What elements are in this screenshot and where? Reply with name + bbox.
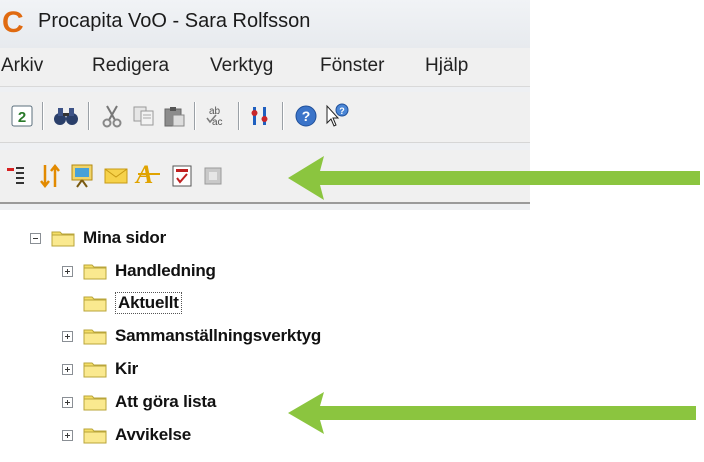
- tree-label: Handledning: [115, 261, 216, 280]
- copy-icon[interactable]: [130, 102, 158, 130]
- font-icon[interactable]: A: [134, 160, 162, 188]
- sort-icon[interactable]: [36, 162, 64, 190]
- green-arrow-tree: [288, 392, 696, 434]
- folder-icon: [83, 262, 107, 280]
- checklist-icon[interactable]: [168, 162, 196, 190]
- help-icon[interactable]: ?: [292, 102, 320, 130]
- refresh-icon[interactable]: 2: [8, 102, 36, 130]
- tree-item[interactable]: Aktuellt: [83, 290, 182, 316]
- app-logo: C: [2, 6, 24, 39]
- filter-icon[interactable]: [246, 102, 274, 130]
- expand-icon[interactable]: [62, 363, 73, 375]
- expand-icon[interactable]: [62, 429, 73, 441]
- presentation-icon[interactable]: [68, 162, 96, 190]
- collapse-icon[interactable]: [30, 232, 41, 244]
- menu-hjalp[interactable]: Hjälp: [425, 55, 468, 77]
- tree-item[interactable]: Avvikelse: [62, 422, 191, 448]
- binoculars-icon[interactable]: [52, 102, 80, 130]
- mail-icon[interactable]: [102, 162, 130, 190]
- list-icon[interactable]: [2, 162, 30, 190]
- svg-text:2: 2: [18, 109, 26, 126]
- title-bar: C Procapita VoO - Sara Rolfsson: [0, 0, 530, 48]
- context-help-icon[interactable]: ?: [322, 102, 350, 130]
- svg-text:?: ?: [302, 108, 311, 124]
- tree-label: Aktuellt: [115, 292, 182, 314]
- tree-label: Kir: [115, 359, 139, 378]
- toolbar-separator: [282, 102, 284, 130]
- folder-icon: [83, 360, 107, 378]
- expand-icon[interactable]: [62, 265, 73, 277]
- cut-icon[interactable]: [98, 102, 126, 130]
- tree-item[interactable]: Kir: [62, 356, 138, 382]
- expand-icon[interactable]: [62, 330, 73, 342]
- paste-icon[interactable]: [160, 102, 188, 130]
- tree-item[interactable]: Att göra lista: [62, 389, 216, 415]
- folder-icon: [83, 327, 107, 345]
- folder-icon: [83, 393, 107, 411]
- toolbar-separator: [238, 102, 240, 130]
- menu-bar: Arkiv Redigera Verktyg Fönster Hjälp: [0, 48, 530, 87]
- disabled-icon: [200, 162, 228, 190]
- tree-label: Att göra lista: [115, 392, 217, 411]
- tree-item[interactable]: Handledning: [62, 258, 216, 284]
- window-title: Procapita VoO - Sara Rolfsson: [38, 10, 311, 32]
- toolbar-separator: [42, 102, 44, 130]
- tree-item[interactable]: Sammanställningsverktyg: [62, 323, 321, 349]
- green-arrow-toolbar: [288, 156, 700, 200]
- menu-fonster[interactable]: Fönster: [320, 55, 384, 77]
- tree-label: Sammanställningsverktyg: [115, 326, 322, 345]
- menu-verktyg[interactable]: Verktyg: [210, 55, 273, 77]
- folder-icon: [83, 294, 107, 312]
- toolbar-separator: [194, 102, 196, 130]
- expand-icon[interactable]: [62, 396, 73, 408]
- toolbar-separator: [88, 102, 90, 130]
- tree-root[interactable]: Mina sidor: [30, 225, 166, 251]
- tree-label: Avvikelse: [115, 425, 192, 444]
- folder-icon: [51, 229, 75, 247]
- menu-arkiv[interactable]: Arkiv: [1, 55, 43, 77]
- svg-text:?: ?: [339, 106, 345, 116]
- folder-icon: [83, 426, 107, 444]
- main-toolbar: 2 ab ac ? ?: [0, 92, 530, 143]
- spellcheck-icon[interactable]: ab ac: [203, 102, 231, 130]
- menu-redigera[interactable]: Redigera: [92, 55, 169, 77]
- tree-label: Mina sidor: [83, 228, 167, 247]
